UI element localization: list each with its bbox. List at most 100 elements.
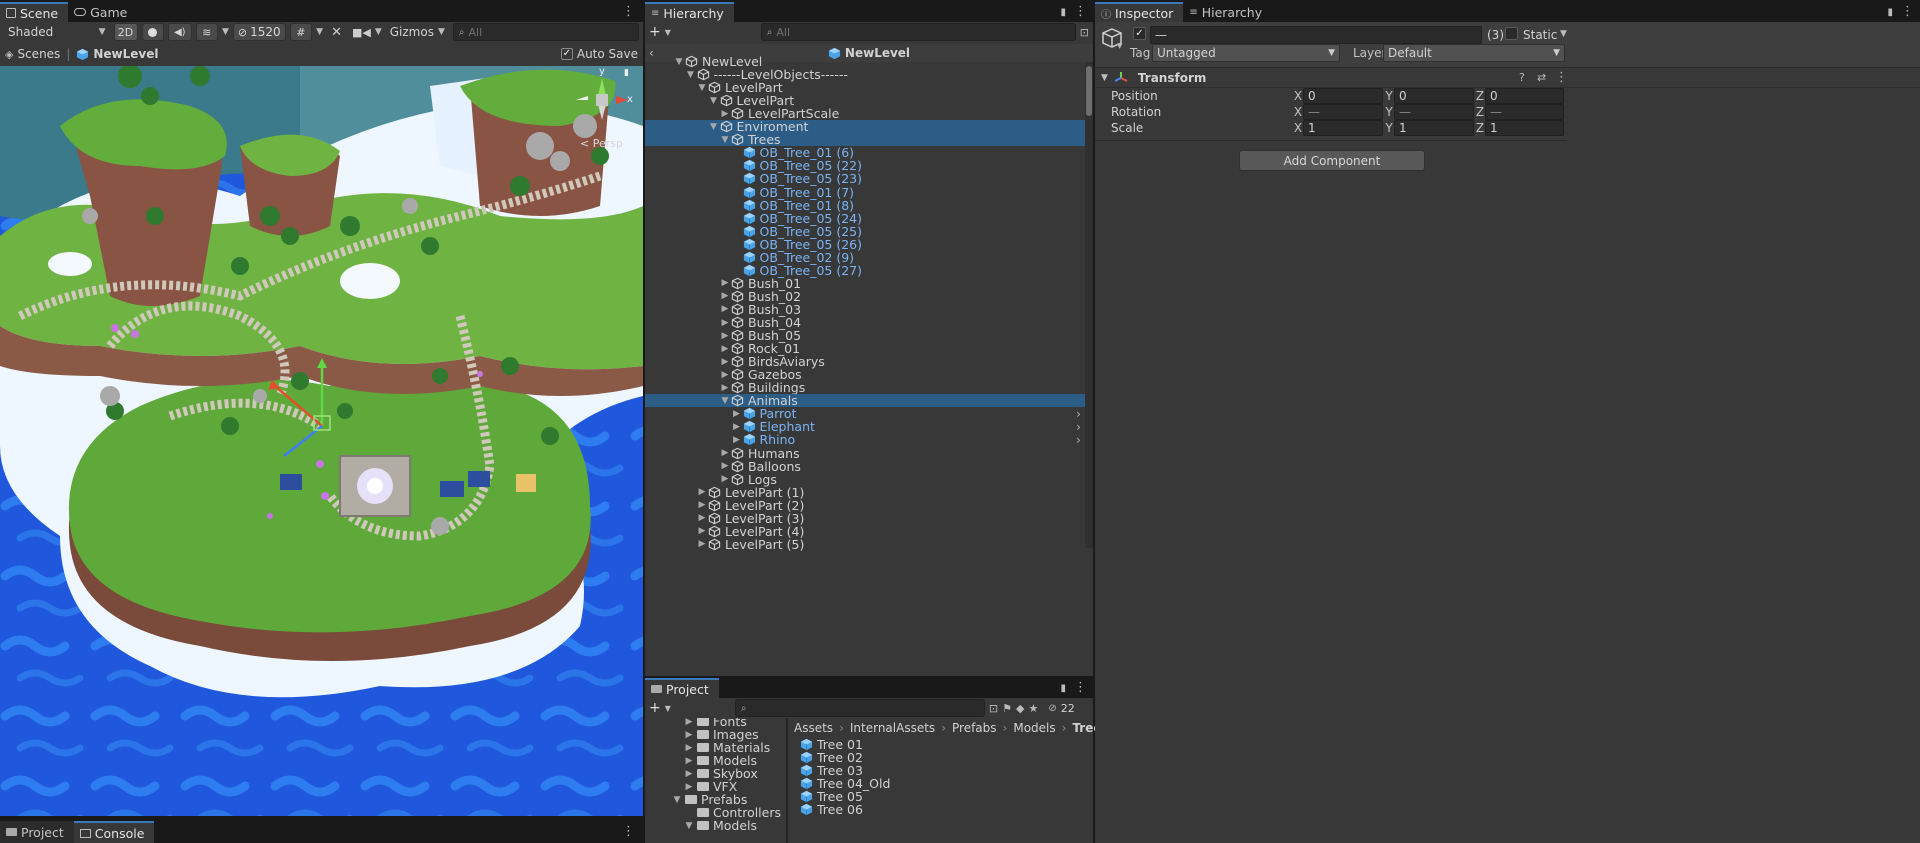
hierarchy-row[interactable]: OB_Tree_05 (22): [645, 158, 1085, 173]
foldout-collapsed-icon[interactable]: ▶: [696, 500, 708, 510]
help-icon[interactable]: ?: [1519, 71, 1525, 84]
hierarchy-row[interactable]: ▶ Rock_01: [645, 341, 1085, 356]
hierarchy-row[interactable]: ▼ Enviroment: [645, 119, 1085, 134]
project-asset-item[interactable]: Tree 05: [790, 789, 1093, 804]
hierarchy-row[interactable]: ▶ LevelPartScale: [645, 106, 1085, 121]
add-plus-icon[interactable]: +: [649, 700, 661, 716]
audio-toggle[interactable]: ◀): [167, 23, 192, 41]
persp-label[interactable]: < Persp: [580, 137, 623, 150]
search-filter-icon[interactable]: ⊡: [989, 702, 998, 715]
hierarchy-row[interactable]: ▼ LevelPart: [645, 93, 1085, 108]
tab-hierarchy[interactable]: ≡ Hierarchy: [645, 2, 734, 22]
scale-x-field[interactable]: 1: [1303, 120, 1383, 136]
tab-console[interactable]: Console: [73, 821, 155, 843]
hierarchy-row[interactable]: ▶ LevelPart (5): [645, 537, 1085, 551]
foldout-collapsed-icon[interactable]: ▶: [731, 422, 743, 432]
breadcrumb-models[interactable]: Models: [1013, 721, 1055, 735]
hierarchy-row[interactable]: OB_Tree_02 (9): [645, 250, 1085, 265]
tab-project[interactable]: Project: [645, 678, 719, 698]
project-folder-item[interactable]: ▼ Prefabs: [645, 792, 785, 807]
project-asset-item[interactable]: Tree 01: [790, 738, 1093, 752]
tab-scene[interactable]: Scene: [0, 2, 69, 22]
foldout-collapsed-icon[interactable]: ▶: [683, 769, 695, 779]
scene-viewport[interactable]: y x ▮ < Persp: [0, 66, 643, 816]
label-filter-icon[interactable]: ◆: [1016, 702, 1024, 715]
static-checkbox[interactable]: [1505, 27, 1518, 40]
project-folder-item[interactable]: ▶ Images: [645, 727, 785, 742]
project-folder-item[interactable]: Controllers: [645, 805, 785, 820]
scale-y-field[interactable]: 1: [1394, 120, 1474, 136]
foldout-collapsed-icon[interactable]: ▶: [696, 487, 708, 497]
lighting-toggle[interactable]: [141, 23, 164, 41]
more-menu-icon[interactable]: ⋮: [1901, 4, 1914, 19]
hidden-packages-icon[interactable]: ⊘: [1048, 703, 1056, 714]
project-search-input[interactable]: ⌕: [734, 699, 985, 717]
breadcrumb-scenes[interactable]: Scenes: [17, 47, 60, 61]
project-folder-item[interactable]: ▶ Materials: [645, 740, 785, 755]
foldout-collapsed-icon[interactable]: ▶: [719, 109, 731, 119]
foldout-expanded-icon[interactable]: ▼: [719, 135, 731, 145]
foldout-collapsed-icon[interactable]: ▶: [683, 743, 695, 753]
rotation-y-field[interactable]: —: [1394, 104, 1474, 120]
rotation-z-field[interactable]: —: [1485, 104, 1564, 120]
tab-game[interactable]: Game: [68, 2, 137, 22]
hierarchy-row[interactable]: ▶ Elephant ›: [645, 419, 1085, 434]
foldout-collapsed-icon[interactable]: ▶: [719, 461, 731, 471]
hierarchy-row[interactable]: ▶ Rhino ›: [645, 432, 1085, 447]
camera-icon[interactable]: ■◀: [352, 26, 371, 39]
foldout-collapsed-icon[interactable]: ▶: [719, 448, 731, 458]
hierarchy-row[interactable]: ▼ Trees: [645, 132, 1085, 147]
effects-toggle[interactable]: ≋: [195, 23, 218, 41]
hierarchy-row[interactable]: ▼ NewLevel: [645, 55, 1085, 69]
hierarchy-row[interactable]: OB_Tree_05 (27): [645, 263, 1085, 278]
hierarchy-row[interactable]: OB_Tree_05 (23): [645, 171, 1085, 186]
scene-search-input[interactable]: ⌕ All: [452, 23, 640, 41]
lock-icon[interactable]: ▮: [1887, 7, 1893, 18]
orientation-gizmo[interactable]: y x ▮: [572, 66, 634, 138]
project-folder-item[interactable]: ▶ Skybox: [645, 766, 785, 781]
hierarchy-row[interactable]: ▼ ------LevelObjects------: [645, 67, 1085, 82]
hierarchy-row[interactable]: ▶ Bush_01: [645, 276, 1085, 291]
foldout-collapsed-icon[interactable]: ▶: [683, 782, 695, 792]
hierarchy-row[interactable]: ▶ BirdsAviarys: [645, 354, 1085, 369]
tag-dropdown[interactable]: Untagged ▼: [1152, 44, 1340, 62]
hierarchy-scrollbar[interactable]: [1085, 62, 1093, 548]
hierarchy-row[interactable]: ▶ Parrot ›: [645, 406, 1085, 421]
position-y-field[interactable]: 0: [1394, 88, 1474, 104]
add-plus-icon[interactable]: +: [649, 24, 661, 40]
hierarchy-row[interactable]: ▶ Bush_02: [645, 289, 1085, 304]
hierarchy-row[interactable]: ▶ Humans: [645, 446, 1085, 461]
hierarchy-row[interactable]: ▶ LevelPart (1): [645, 485, 1085, 500]
add-component-button[interactable]: Add Component: [1239, 150, 1425, 171]
more-menu-icon[interactable]: ⋮: [622, 4, 635, 19]
hierarchy-row[interactable]: ▶ Buildings: [645, 380, 1085, 395]
foldout-collapsed-icon[interactable]: ▶: [683, 718, 695, 727]
foldout-expanded-icon[interactable]: ▼: [719, 396, 731, 406]
static-chevron-icon[interactable]: ▼: [1560, 29, 1567, 39]
hierarchy-row[interactable]: ▶ Logs: [645, 472, 1085, 487]
hierarchy-row[interactable]: ▶ Bush_05: [645, 328, 1085, 343]
hierarchy-row[interactable]: ▶ LevelPart (2): [645, 498, 1085, 513]
camera-dropdown-chevron-icon[interactable]: ▼: [375, 27, 382, 37]
foldout-collapsed-icon[interactable]: ▶: [719, 357, 731, 367]
breadcrumb-prefabs[interactable]: Prefabs: [952, 721, 997, 735]
more-menu-icon[interactable]: ⋮: [622, 824, 635, 839]
hierarchy-search-input[interactable]: ⌕ All: [760, 23, 1076, 41]
lock-icon[interactable]: ▮: [1060, 683, 1066, 694]
tab-project-bottom[interactable]: Project: [0, 821, 74, 843]
shading-mode-dropdown[interactable]: Shaded ▼: [4, 23, 110, 41]
foldout-collapsed-icon[interactable]: ▶: [683, 756, 695, 766]
hierarchy-row[interactable]: OB_Tree_05 (26): [645, 237, 1085, 252]
grid-toggle[interactable]: #: [289, 23, 313, 41]
foldout-expanded-icon[interactable]: ▼: [696, 83, 708, 93]
breadcrumb-internalassets[interactable]: InternalAssets: [850, 721, 935, 735]
foldout-expanded-icon[interactable]: ▼: [671, 795, 683, 805]
foldout-collapsed-icon[interactable]: ▶: [719, 291, 731, 301]
foldout-collapsed-icon[interactable]: ▶: [719, 344, 731, 354]
foldout-collapsed-icon[interactable]: ▶: [683, 730, 695, 740]
foldout-expanded-icon[interactable]: ▼: [683, 821, 695, 831]
hierarchy-row[interactable]: ▶ LevelPart (4): [645, 524, 1085, 539]
hierarchy-row[interactable]: OB_Tree_05 (24): [645, 211, 1085, 226]
more-menu-icon[interactable]: ⋮: [1074, 680, 1087, 695]
hierarchy-row[interactable]: OB_Tree_01 (7): [645, 185, 1085, 200]
